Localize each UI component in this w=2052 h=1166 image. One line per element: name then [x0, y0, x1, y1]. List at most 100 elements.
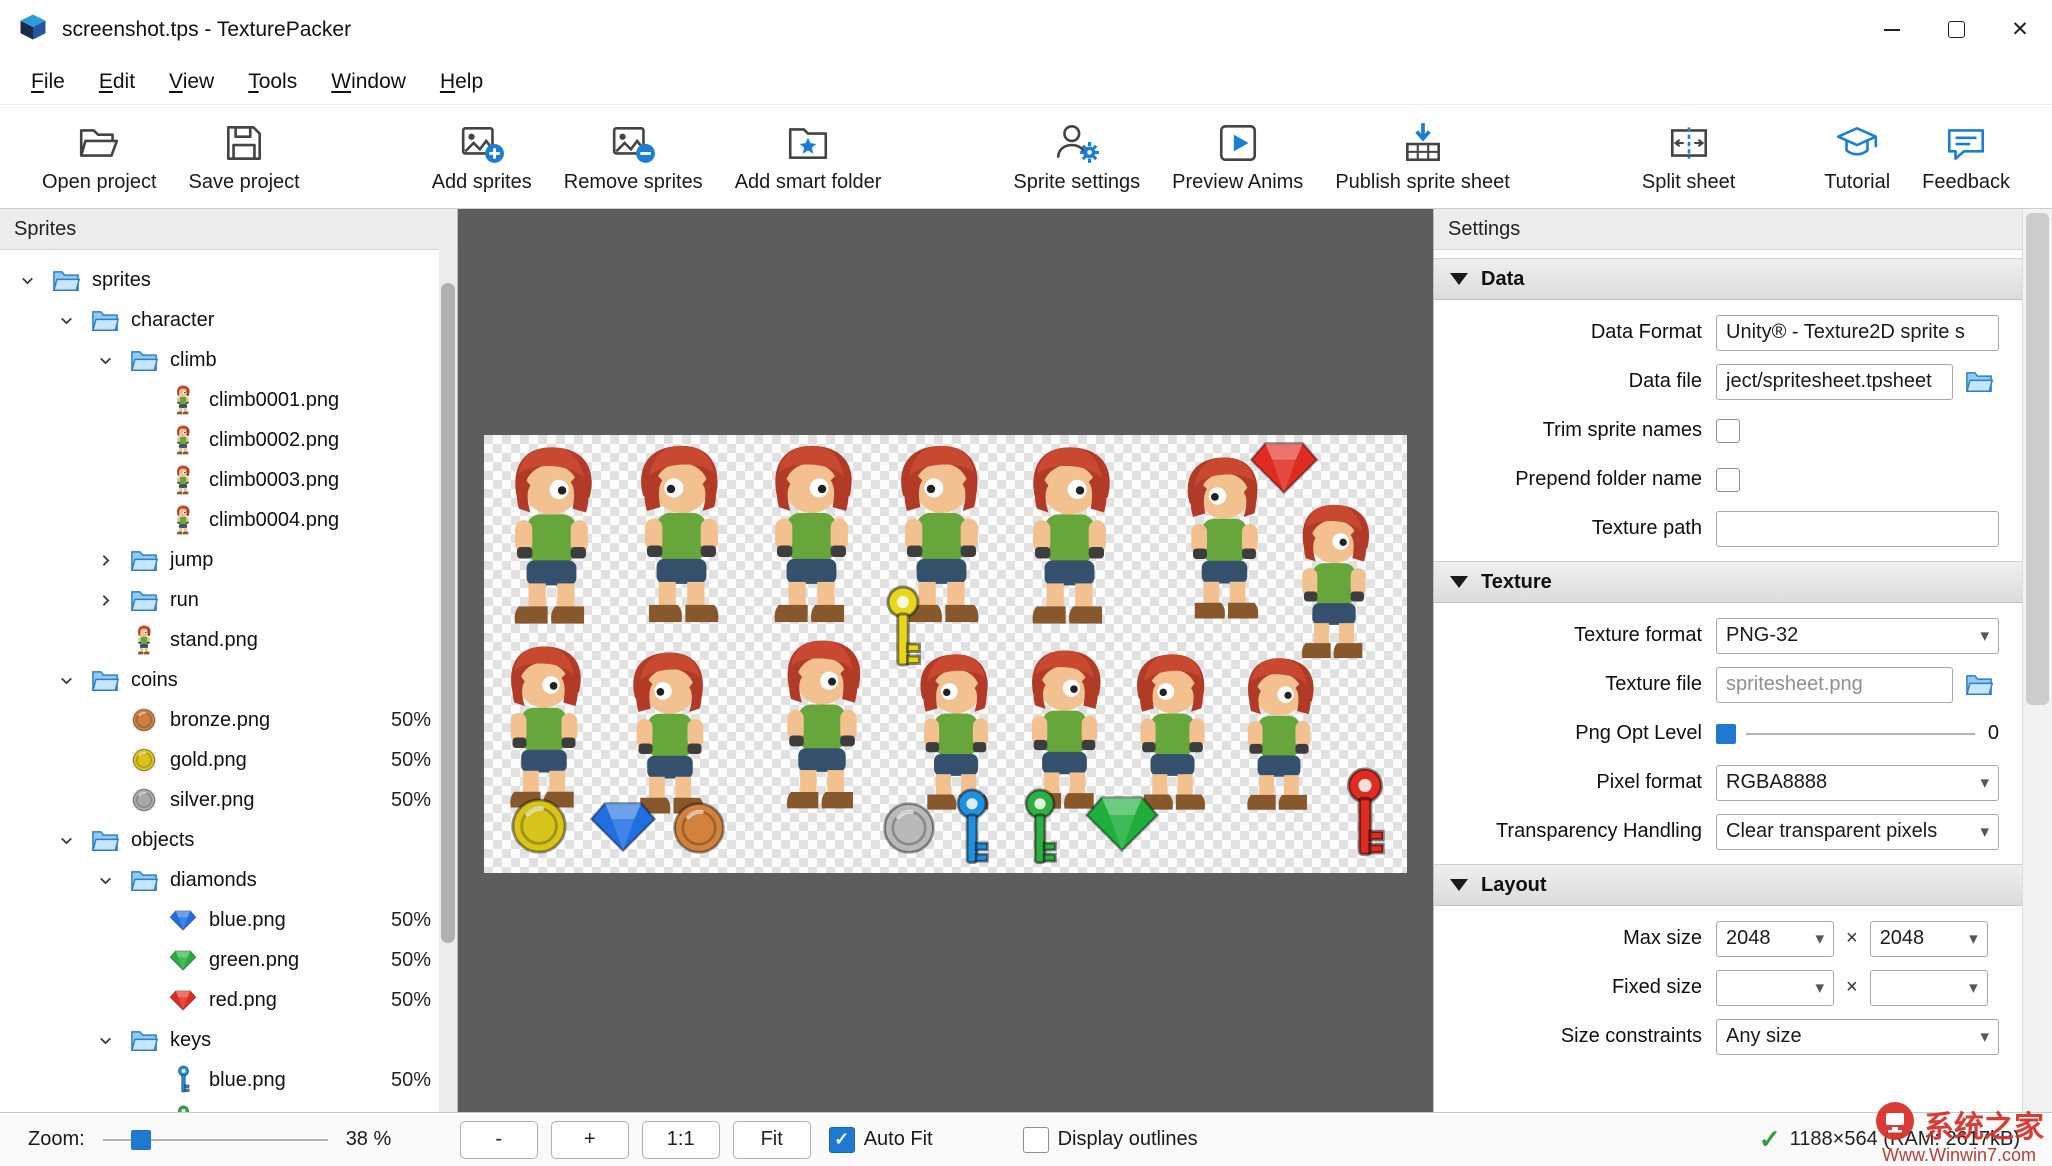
section-texture[interactable]: Texture	[1434, 561, 2022, 603]
toolbar-add-smart-folder[interactable]: Add smart folder	[723, 120, 894, 194]
settings-scrollbar[interactable]	[2022, 209, 2052, 1112]
menu-view[interactable]: View	[152, 70, 231, 94]
tree-item-climb0001-png[interactable]: climb0001.png	[0, 380, 457, 420]
tree-item-climb0002-png[interactable]: climb0002.png	[0, 420, 457, 460]
tree-item-jump[interactable]: jump	[0, 540, 457, 580]
texture-format-select[interactable]: PNG-32 ▾	[1716, 617, 1999, 654]
zoom-plus-button[interactable]: +	[550, 1120, 629, 1159]
data-format-input[interactable]: Unity® - Texture2D sprite s	[1716, 314, 1999, 351]
tree-item-coins[interactable]: coins	[0, 660, 457, 700]
menu-edit[interactable]: Edit	[82, 70, 152, 94]
fixed-size-select-2[interactable]: ▾	[1869, 969, 1988, 1006]
zoom-one-to-one-button[interactable]: 1:1	[641, 1120, 720, 1159]
canvas-area[interactable]	[458, 209, 1433, 1112]
menu-tools[interactable]: Tools	[231, 70, 314, 94]
chevron-right-icon[interactable]	[93, 588, 117, 612]
trim-sprite-names-checkbox[interactable]	[1716, 418, 1740, 443]
tree-item-keys[interactable]: keys	[0, 1020, 457, 1060]
zoom-fit-button[interactable]: Fit	[732, 1120, 811, 1159]
tree-item-gold-png[interactable]: gold.png 50%	[0, 740, 457, 780]
display-outlines-checkbox[interactable]	[1022, 1126, 1049, 1153]
tree-item-climb0004-png[interactable]: climb0004.png	[0, 500, 457, 540]
zoom-minus-button[interactable]: -	[459, 1120, 538, 1159]
sprite-settings-icon	[1054, 120, 1100, 166]
toolbar-preview-anims[interactable]: Preview Anims	[1160, 120, 1315, 194]
prepend-folder-name-checkbox[interactable]	[1716, 467, 1740, 492]
texture-file-input[interactable]: spritesheet.png	[1716, 666, 1953, 703]
field-label: Png Opt Level	[1575, 722, 1702, 744]
data-file-input[interactable]: ject/spritesheet.tpsheet	[1716, 363, 1953, 400]
chevron-down-icon[interactable]	[93, 868, 117, 892]
fixed-size-select-1[interactable]: ▾	[1716, 969, 1834, 1006]
max-size-select-2[interactable]: 2048 ▾	[1869, 920, 1988, 957]
settings-row: Data file ject/spritesheet.tpsheet	[1434, 357, 2022, 406]
auto-fit-checkbox[interactable]	[828, 1126, 855, 1153]
browse-data-file-button[interactable]	[1959, 364, 1999, 400]
tree-scrollbar-thumb[interactable]	[441, 283, 455, 943]
chevron-down-icon[interactable]	[15, 268, 39, 292]
chevron-down-icon: ▾	[1815, 977, 1824, 997]
zoom-slider-handle[interactable]	[130, 1129, 151, 1150]
tree-item-character[interactable]: character	[0, 300, 457, 340]
settings-row: Texture path	[1434, 504, 2022, 553]
chevron-down-icon[interactable]	[54, 308, 78, 332]
maximize-button[interactable]	[1924, 0, 1988, 59]
slider-handle[interactable]	[1716, 723, 1736, 744]
field-label: Data Format	[1590, 321, 1702, 343]
tree-item-diamonds[interactable]: diamonds	[0, 860, 457, 900]
tree-item-run[interactable]: run	[0, 580, 457, 620]
close-button[interactable]: ✕	[1988, 0, 2052, 59]
field-label: Pixel format	[1596, 771, 1702, 793]
chevron-down-icon[interactable]	[93, 1028, 117, 1052]
tree-item-blue-png[interactable]: blue.png 50%	[0, 1060, 457, 1100]
max-size-select-1[interactable]: 2048 ▾	[1716, 920, 1834, 957]
chevron-down-icon[interactable]	[54, 828, 78, 852]
settings-scrollbar-thumb[interactable]	[2026, 213, 2049, 705]
size-constraints-select[interactable]: Any size ▾	[1716, 1018, 1999, 1055]
field-label: Texture path	[1591, 517, 1702, 539]
zoom-slider[interactable]	[102, 1128, 328, 1152]
texture-path-input[interactable]	[1716, 510, 1999, 547]
transparency-handling-select[interactable]: Clear transparent pixels ▾	[1716, 813, 1999, 850]
title-bar: screenshot.tps - TexturePacker ✕	[0, 0, 2052, 59]
chevron-down-icon[interactable]	[93, 348, 117, 372]
character-sprite-icon	[169, 425, 197, 455]
section-layout[interactable]: Layout	[1434, 864, 2022, 906]
menu-file[interactable]: File	[14, 70, 82, 94]
tree-item-bronze-png[interactable]: bronze.png 50%	[0, 700, 457, 740]
toolbar-publish-sprite-sheet[interactable]: Publish sprite sheet	[1323, 120, 1522, 194]
png-opt-level-slider[interactable]: 0	[1716, 722, 1999, 745]
tree-item-red-png[interactable]: red.png 50%	[0, 980, 457, 1020]
toolbar-feedback[interactable]: Feedback	[1910, 120, 2022, 194]
toolbar-split-sheet[interactable]: Split sheet	[1630, 120, 1747, 194]
toolbar-add-sprites[interactable]: Add sprites	[420, 120, 544, 194]
coin-icon	[130, 788, 158, 812]
minimize-button[interactable]	[1860, 0, 1924, 59]
section-data[interactable]: Data	[1434, 258, 2022, 300]
toolbar-save-project[interactable]: Save project	[177, 120, 312, 194]
chevron-down-icon[interactable]	[54, 668, 78, 692]
pixel-format-select[interactable]: RGBA8888 ▾	[1716, 764, 1999, 801]
tree-item-climb[interactable]: climb	[0, 340, 457, 380]
zoom-value: 38 %	[345, 1128, 392, 1150]
tree-item-stand-png[interactable]: stand.png	[0, 620, 457, 660]
settings-row: Max size 2048 ▾ × 2048 ▾	[1434, 914, 2022, 963]
tree-item-silver-png[interactable]: silver.png 50%	[0, 780, 457, 820]
tree-item-sprites[interactable]: sprites	[0, 260, 457, 300]
settings-row: Texture format PNG-32 ▾	[1434, 611, 2022, 660]
tree-item-green-png[interactable]: green.png50%	[0, 1100, 457, 1112]
tree-item-green-png[interactable]: green.png50%	[0, 940, 457, 980]
menu-window[interactable]: Window	[314, 70, 423, 94]
toolbar-tutorial[interactable]: Tutorial	[1812, 120, 1902, 194]
tree-item-objects[interactable]: objects	[0, 820, 457, 860]
toolbar-remove-sprites[interactable]: Remove sprites	[552, 120, 715, 194]
chevron-right-icon[interactable]	[93, 548, 117, 572]
menu-help[interactable]: Help	[423, 70, 500, 94]
toolbar-open-project[interactable]: Open project	[30, 120, 169, 194]
add-smart-folder-icon	[785, 120, 831, 166]
tree-item-climb0003-png[interactable]: climb0003.png	[0, 460, 457, 500]
toolbar-sprite-settings[interactable]: Sprite settings	[1001, 120, 1152, 194]
tree-item-blue-png[interactable]: blue.png 50%	[0, 900, 457, 940]
browse-texture-file-button[interactable]	[1959, 667, 1999, 703]
tree-scrollbar[interactable]	[439, 249, 457, 1112]
